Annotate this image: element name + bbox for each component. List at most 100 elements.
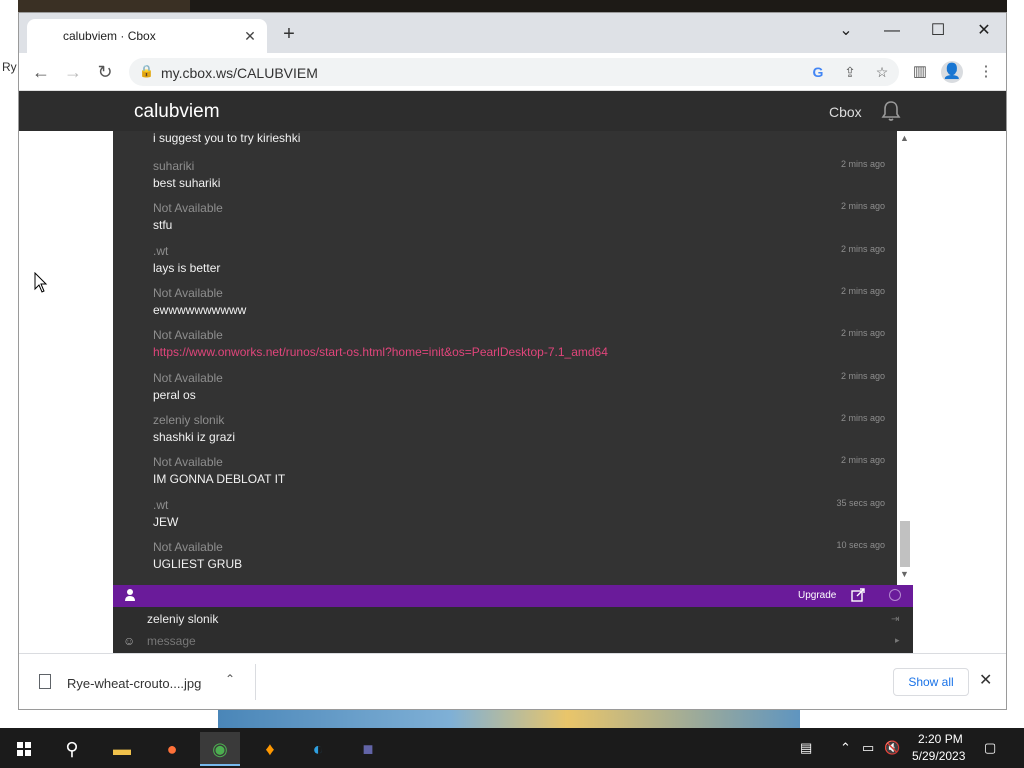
- clock-date[interactable]: 5/29/2023: [912, 749, 965, 763]
- downloads-bar: Rye-wheat-crouto....jpg ⌃ Show all ✕: [19, 653, 1006, 709]
- status-circle-icon[interactable]: [889, 589, 901, 601]
- profile-avatar-icon[interactable]: 👤: [941, 61, 963, 83]
- message-link[interactable]: https://www.onworks.net/runos/start-os.h…: [153, 345, 608, 359]
- message-username[interactable]: Not Available: [153, 371, 223, 385]
- message-item: suhariki 2 mins ago best suhariki: [153, 159, 885, 201]
- taskbar: ⚲ ▬ ● ◉ ♦ ◐ ■ ▤ ⌃ ▭ 🔇 2:20 PM 5/29/2023 …: [0, 728, 1024, 768]
- file-icon: [39, 674, 51, 689]
- send-arrow-icon[interactable]: ▸: [895, 635, 900, 646]
- desktop-background-left: [0, 0, 18, 728]
- notification-bell-icon[interactable]: [879, 99, 903, 123]
- message-username[interactable]: Not Available: [153, 328, 223, 342]
- scrollbar-thumb[interactable]: [900, 521, 910, 567]
- maximize-button[interactable]: ☐: [923, 19, 953, 43]
- network-icon[interactable]: ▭: [862, 740, 874, 756]
- lock-icon[interactable]: 🔒: [139, 64, 154, 78]
- show-all-button[interactable]: Show all: [893, 668, 969, 696]
- message-username[interactable]: .wt: [153, 244, 168, 258]
- page-content: calubviem Cbox i suggest you to try kiri…: [19, 91, 1006, 653]
- tab-close-icon[interactable]: ✕: [241, 27, 259, 45]
- chat-scrollbar[interactable]: ▲ ▼: [897, 131, 913, 585]
- desktop-wallpaper-strip: [190, 0, 1010, 12]
- message-time: 35 secs ago: [836, 498, 885, 508]
- new-tab-button[interactable]: +: [277, 23, 301, 47]
- message-username[interactable]: Not Available: [153, 201, 223, 215]
- message-text: IM GONNA DEBLOAT IT: [153, 472, 286, 486]
- tab-cbox[interactable]: calubviem · Cbox ✕: [27, 19, 267, 53]
- tab-search-chevron-down-icon[interactable]: ⌄: [831, 19, 861, 43]
- message-item: Not Available 2 mins ago ewwwwwwwwww: [153, 286, 885, 328]
- message-text: i suggest you to try kirieshki: [153, 131, 301, 145]
- search-icon[interactable]: ⚲: [52, 732, 92, 766]
- back-arrow-icon[interactable]: ←: [29, 60, 53, 84]
- chevron-up-icon[interactable]: ⌃: [225, 672, 235, 686]
- reload-icon[interactable]: ↻: [93, 60, 117, 84]
- message-text: ewwwwwwwwww: [153, 303, 247, 317]
- bookmark-star-icon[interactable]: ☆: [873, 63, 891, 81]
- message-input[interactable]: [147, 634, 847, 648]
- share-icon[interactable]: ⇪: [841, 63, 859, 81]
- message-text: lays is better: [153, 261, 221, 275]
- minimize-button[interactable]: —: [877, 19, 907, 43]
- upgrade-link[interactable]: Upgrade: [798, 590, 836, 601]
- notification-center-icon[interactable]: ▢: [984, 740, 996, 756]
- chevron-up-icon[interactable]: ⌃: [840, 740, 851, 756]
- clock-time[interactable]: 2:20 PM: [918, 732, 963, 746]
- message-time: 2 mins ago: [840, 328, 885, 338]
- teams-icon[interactable]: ■: [348, 732, 388, 766]
- windows-start-icon[interactable]: [4, 732, 44, 766]
- firefox-icon[interactable]: ●: [152, 732, 192, 766]
- scroll-down-arrow-icon[interactable]: ▼: [900, 569, 909, 579]
- message-item: zeleniy slonik 2 mins ago shashki iz gra…: [153, 413, 885, 455]
- cbox-link[interactable]: Cbox: [829, 104, 862, 120]
- user-icon[interactable]: [123, 588, 137, 602]
- address-url[interactable]: my.cbox.ws/CALUBVIEM: [161, 65, 318, 81]
- scroll-up-arrow-icon[interactable]: ▲: [900, 133, 909, 143]
- name-field[interactable]: [147, 612, 847, 626]
- message-text: best suhariki: [153, 176, 221, 190]
- message-item: i suggest you to try kirieshki: [153, 131, 885, 156]
- message-time: 2 mins ago: [840, 286, 885, 296]
- message-list[interactable]: i suggest you to try kirieshki suhariki …: [113, 131, 897, 585]
- desktop-icon-label[interactable]: Ry: [2, 60, 17, 74]
- message-time: 2 mins ago: [840, 201, 885, 211]
- message-username[interactable]: Not Available: [153, 540, 223, 554]
- news-widget-icon[interactable]: ▤: [800, 740, 812, 756]
- mouse-cursor-icon: [34, 272, 48, 293]
- message-username[interactable]: suhariki: [153, 159, 194, 173]
- close-window-button[interactable]: ✕: [969, 19, 999, 43]
- downloads-divider: [255, 664, 256, 700]
- forward-arrow-icon[interactable]: →: [61, 60, 85, 84]
- menu-kebab-icon[interactable]: ⋮: [975, 61, 997, 83]
- message-username[interactable]: Not Available: [153, 455, 223, 469]
- message-item: .wt 2 mins ago lays is better: [153, 244, 885, 286]
- message-item: .wt 35 secs ago JEW: [153, 498, 885, 540]
- address-bar[interactable]: 🔒 my.cbox.ws/CALUBVIEM G ⇪ ☆: [129, 58, 899, 86]
- message-username[interactable]: Not Available: [153, 286, 223, 300]
- message-username[interactable]: zeleniy slonik: [153, 413, 224, 427]
- message-time: 2 mins ago: [840, 371, 885, 381]
- edge-icon[interactable]: ◐: [298, 732, 338, 766]
- external-link-icon[interactable]: [851, 588, 865, 602]
- login-icon[interactable]: ⇥: [891, 614, 899, 625]
- emoji-smiley-icon[interactable]: ☺: [123, 634, 135, 648]
- chat-box: i suggest you to try kirieshki suhariki …: [113, 131, 913, 653]
- message-item: Not Available 10 secs ago UGLIEST GRUB: [153, 540, 885, 582]
- file-explorer-icon[interactable]: ▬: [102, 732, 142, 766]
- side-panel-icon[interactable]: ▥: [909, 61, 931, 83]
- message-username[interactable]: .wt: [153, 498, 168, 512]
- flame-app-icon[interactable]: ♦: [250, 732, 290, 766]
- message-input-area: ⇥ ☺ ▸: [113, 607, 913, 653]
- message-time: 2 mins ago: [840, 413, 885, 423]
- close-downloads-icon[interactable]: ✕: [979, 670, 992, 690]
- download-file-name[interactable]: Rye-wheat-crouto....jpg: [67, 676, 201, 691]
- desktop-wallpaper-image: [218, 710, 800, 728]
- volume-muted-icon[interactable]: 🔇: [884, 740, 900, 756]
- page-title[interactable]: calubviem: [134, 101, 220, 123]
- google-translate-icon[interactable]: G: [809, 63, 827, 81]
- message-text: stfu: [153, 218, 173, 232]
- message-item: Not Available 2 mins ago IM GONNA DEBLOA…: [153, 455, 885, 497]
- message-text: UGLIEST GRUB: [153, 557, 243, 571]
- chrome-icon[interactable]: ◉: [200, 732, 240, 766]
- message-text: JEW: [153, 515, 179, 529]
